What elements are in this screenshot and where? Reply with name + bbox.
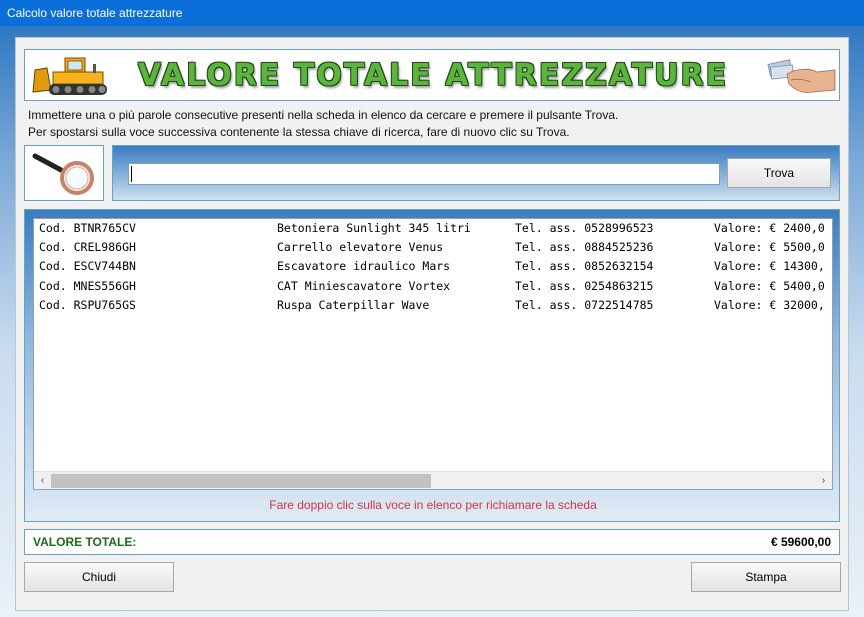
search-bar: Trova <box>112 145 840 201</box>
item-phone: Tel. ass. 0722514785 <box>515 297 654 312</box>
item-name: Carrello elevatore Venus <box>277 240 444 255</box>
list-item[interactable]: Cod. RSPU765GS Ruspa Caterpillar Wave Te… <box>34 296 832 315</box>
scrollbar-thumb[interactable] <box>51 474 431 488</box>
list-item[interactable]: Cod. ESCV744BN Escavatore idraulico Mars… <box>34 257 832 276</box>
window-title: Calcolo valore totale attrezzature <box>7 6 183 20</box>
item-code: Cod. RSPU765GS <box>39 297 136 312</box>
item-value: Valore: € 32000, <box>714 297 825 312</box>
close-button[interactable]: Chiudi <box>24 562 174 592</box>
item-value: Valore: € 2400,0 <box>714 221 825 235</box>
double-click-hint: Fare doppio clic sulla voce in elenco pe… <box>269 498 597 512</box>
banner-title: VALORE TOTALE ATTREZZATURE <box>137 58 729 93</box>
list-item[interactable]: Cod. CREL986GH Carrello elevatore Venus … <box>34 238 832 257</box>
item-code: Cod. BTNR765CV <box>39 221 136 235</box>
item-value: Valore: € 5500,0 <box>714 240 825 255</box>
item-phone: Tel. ass. 0528996523 <box>515 221 654 235</box>
total-value: € 59600,00 <box>770 535 831 549</box>
header-banner: VALORE TOTALE ATTREZZATURE <box>24 49 840 101</box>
item-name: Escavatore idraulico Mars <box>277 259 451 274</box>
list-item[interactable]: Cod. BTNR765CV Betoniera Sunlight 345 li… <box>34 219 832 238</box>
search-input[interactable] <box>128 163 720 185</box>
item-phone: Tel. ass. 0852632154 <box>515 259 654 274</box>
magnifier-icon <box>32 153 94 195</box>
results-rows: Cod. BTNR765CV Betoniera Sunlight 345 li… <box>34 219 832 471</box>
item-phone: Tel. ass. 0884525236 <box>515 240 654 255</box>
instruction-line-1: Immettere una o più parole consecutive p… <box>28 108 619 122</box>
text-caret <box>131 166 132 182</box>
item-code: Cod. CREL986GH <box>39 240 136 255</box>
item-value: Valore: € 5400,0 <box>714 278 825 293</box>
item-name: Ruspa Caterpillar Wave <box>277 297 430 312</box>
main-panel: VALORE TOTALE ATTREZZATURE Immettere una… <box>15 37 849 611</box>
item-code: Cod. MNES556GH <box>39 278 136 293</box>
instruction-line-2: Per spostarsi sulla voce successiva cont… <box>28 125 570 139</box>
item-phone: Tel. ass. 0254863215 <box>515 278 654 293</box>
money-hand-icon <box>767 59 836 93</box>
print-button[interactable]: Stampa <box>691 562 841 592</box>
total-bar: VALORE TOTALE: € 59600,00 <box>24 529 840 555</box>
scroll-right-icon[interactable]: › <box>815 472 832 489</box>
horizontal-scrollbar[interactable]: ‹ › <box>34 471 832 489</box>
find-button[interactable]: Trova <box>727 158 831 188</box>
window-body: VALORE TOTALE ATTREZZATURE Immettere una… <box>0 26 864 617</box>
results-listbox[interactable]: Cod. BTNR765CV Betoniera Sunlight 345 li… <box>33 218 833 490</box>
window-titlebar: Calcolo valore totale attrezzature <box>0 0 864 26</box>
results-frame: Cod. BTNR765CV Betoniera Sunlight 345 li… <box>24 209 840 522</box>
item-name: CAT Miniescavatore Vortex <box>277 278 451 293</box>
magnifier-box <box>24 145 104 201</box>
item-code: Cod. ESCV744BN <box>39 259 136 274</box>
item-name: Betoniera Sunlight 345 litri <box>277 221 471 235</box>
scroll-left-icon[interactable]: ‹ <box>34 472 51 489</box>
total-label: VALORE TOTALE: <box>33 535 137 549</box>
item-value: Valore: € 14300, <box>714 259 825 274</box>
list-item[interactable]: Cod. MNES556GH CAT Miniescavatore Vortex… <box>34 277 832 296</box>
